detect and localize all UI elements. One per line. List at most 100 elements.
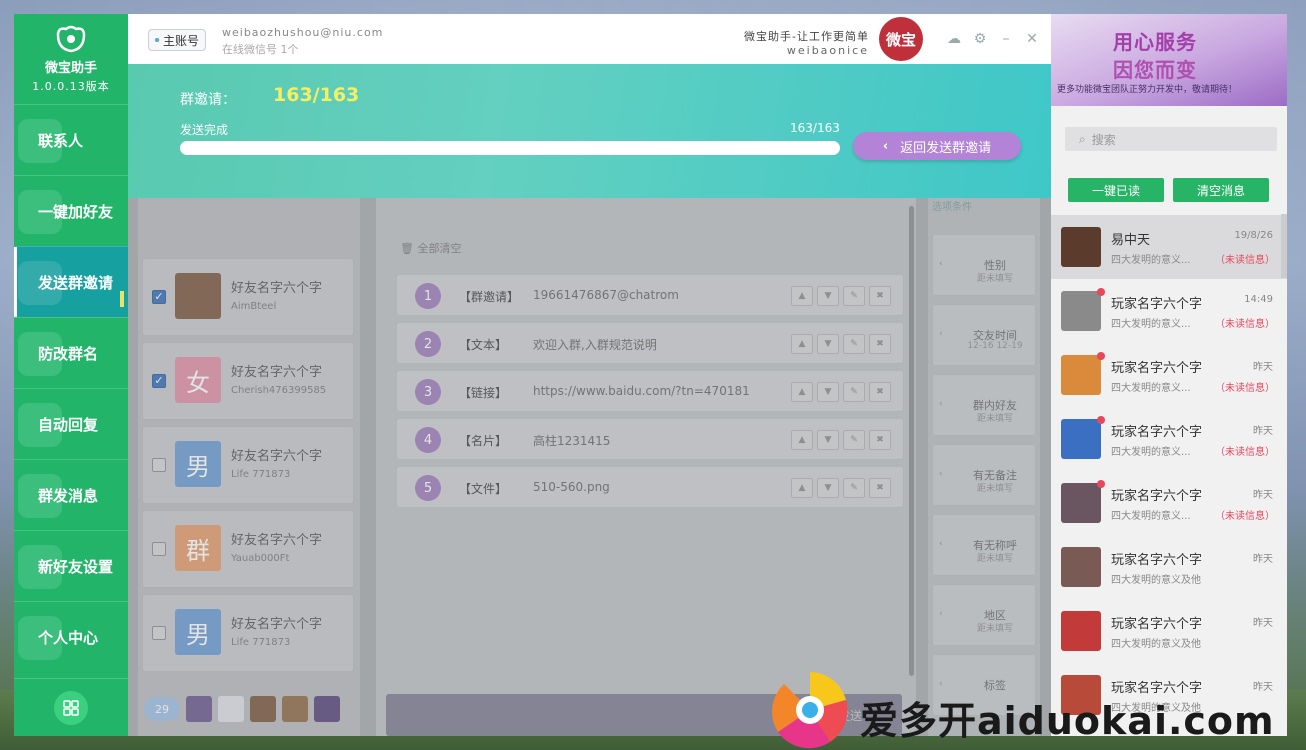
- filter-option[interactable]: ‹ 有无称呼 距未填写: [932, 514, 1036, 576]
- steps-scrollbar[interactable]: [909, 206, 914, 676]
- chat-item[interactable]: 玩家名字六个字 昨天 四大发明的意义及他: [1051, 535, 1287, 599]
- friend-item[interactable]: 男好友名字六个字 Life 771873: [142, 594, 354, 672]
- cloud-icon[interactable]: ☁: [945, 30, 963, 48]
- selected-count: 29: [144, 697, 180, 721]
- move-down-icon[interactable]: ▼: [817, 478, 839, 498]
- filter-option[interactable]: ‹ 有无备注 距未填写: [932, 444, 1036, 506]
- filter-sub: 距未填写: [976, 414, 1013, 424]
- sidebar-item-7[interactable]: 个人中心: [14, 601, 128, 672]
- sidebar-item-2[interactable]: 发送群邀请: [14, 246, 128, 317]
- chevron-left-icon: ‹: [939, 539, 943, 549]
- send-step[interactable]: 1 【群邀请】 19661476867@chatrom ▲ ▼ ✎ ✖: [396, 274, 904, 316]
- mini-avatar: [218, 696, 244, 722]
- friend-checkbox[interactable]: ✓: [152, 290, 166, 304]
- filter-option[interactable]: ‹ 性别 距未填写: [932, 234, 1036, 296]
- friend-id: Cherish476399585: [231, 385, 327, 396]
- watermark: 爱多开aiduokai.com: [770, 670, 1306, 750]
- delete-icon[interactable]: ✖: [869, 382, 891, 402]
- friend-item[interactable]: ✓ 女好友名字六个字 Cherish476399585: [142, 342, 354, 420]
- chat-avatar: [1061, 419, 1101, 459]
- edit-icon[interactable]: ✎: [843, 478, 865, 498]
- mark-all-read-button[interactable]: 一键已读: [1068, 178, 1164, 202]
- friend-checkbox[interactable]: [152, 626, 166, 640]
- friend-list: ✓ 好友名字六个字 AimBteel ✓ 女好友名字六个字 Cherish47639958…: [138, 198, 360, 736]
- move-down-icon[interactable]: ▼: [817, 286, 839, 306]
- edit-icon[interactable]: ✎: [843, 286, 865, 306]
- back-to-invite-button[interactable]: ‹ 返回发送群邀请: [853, 132, 1021, 160]
- chat-item[interactable]: 玩家名字六个字 昨天 四大发明的意义... （未读信息）: [1051, 343, 1287, 407]
- title-bar: 主账号 weibaozhushou@niu.com 在线微信号 1个 微宝助手-…: [128, 14, 1051, 64]
- search-placeholder: 搜索: [1091, 132, 1116, 147]
- chat-item[interactable]: 易中天 19/8/26 四大发明的意义... （未读信息）: [1051, 215, 1287, 279]
- edit-icon[interactable]: ✎: [843, 430, 865, 450]
- app-name: 微宝助手: [44, 60, 97, 76]
- sidebar-item-1[interactable]: 一键加好友: [14, 175, 128, 246]
- chat-name: 玩家名字六个字: [1111, 617, 1203, 632]
- move-down-icon[interactable]: ▼: [817, 334, 839, 354]
- send-step[interactable]: 4 【名片】 高柱1231415 ▲ ▼ ✎ ✖: [396, 418, 904, 460]
- clear-all-label: 全部清空: [417, 242, 462, 255]
- move-down-icon[interactable]: ▼: [817, 430, 839, 450]
- friend-checkbox[interactable]: ✓: [152, 374, 166, 388]
- sidebar-item-label: 自动回复: [38, 415, 99, 434]
- step-content: 高柱1231415: [533, 434, 611, 448]
- friend-checkbox[interactable]: [152, 542, 166, 556]
- chat-name: 玩家名字六个字: [1111, 297, 1203, 312]
- edit-icon[interactable]: ✎: [843, 334, 865, 354]
- filter-option[interactable]: ‹ 地区 距未填写: [932, 584, 1036, 646]
- delete-icon[interactable]: ✖: [869, 286, 891, 306]
- chat-time: 昨天: [1253, 554, 1273, 565]
- apps-grid-button[interactable]: [54, 690, 88, 725]
- filter-sub: 距未填写: [976, 484, 1013, 494]
- move-up-icon[interactable]: ▲: [791, 286, 813, 306]
- chat-avatar: [1061, 483, 1101, 523]
- account-tag-label: 主账号: [163, 33, 200, 48]
- selected-strip: 29: [138, 688, 360, 730]
- move-up-icon[interactable]: ▲: [791, 478, 813, 498]
- delete-icon[interactable]: ✖: [869, 430, 891, 450]
- move-up-icon[interactable]: ▲: [791, 430, 813, 450]
- chat-item[interactable]: 玩家名字六个字 昨天 四大发明的意义... （未读信息）: [1051, 407, 1287, 471]
- sidebar-item-5[interactable]: 群发消息: [14, 459, 128, 530]
- send-step[interactable]: 2 【文本】 欢迎入群,入群规范说明 ▲ ▼ ✎ ✖: [396, 322, 904, 364]
- filter-option[interactable]: ‹ 群内好友 距未填写: [932, 374, 1036, 436]
- filter-option[interactable]: ‹ 交友时间 12-16 12-19: [932, 304, 1036, 366]
- account-tag[interactable]: 主账号: [148, 29, 207, 51]
- minimize-icon[interactable]: –: [997, 30, 1015, 48]
- chat-name: 易中天: [1111, 233, 1151, 248]
- slogan-sub: weibaonice: [786, 44, 869, 57]
- chat-avatar: [1061, 355, 1101, 395]
- friend-id: Life 771873: [231, 637, 291, 648]
- sidebar-item-0[interactable]: 联系人: [14, 104, 128, 175]
- friend-item[interactable]: 群好友名字六个字 Yauab000Ft: [142, 510, 354, 588]
- chat-item[interactable]: 玩家名字六个字 昨天 四大发明的意义及他: [1051, 599, 1287, 663]
- move-down-icon[interactable]: ▼: [817, 382, 839, 402]
- friend-name: 好友名字六个字: [231, 617, 323, 632]
- chat-preview: 四大发明的意义...: [1111, 255, 1191, 266]
- chat-preview: 四大发明的意义...: [1111, 447, 1191, 458]
- close-icon[interactable]: ✕: [1023, 30, 1041, 48]
- filter-header: 选项条件: [932, 202, 972, 213]
- chat-scrollbar[interactable]: [1281, 214, 1287, 278]
- chat-item[interactable]: 玩家名字六个字 14:49 四大发明的意义... （未读信息）: [1051, 279, 1287, 343]
- send-step[interactable]: 5 【文件】 510-560.png ▲ ▼ ✎ ✖: [396, 466, 904, 508]
- chat-item[interactable]: 玩家名字六个字 昨天 四大发明的意义... （未读信息）: [1051, 471, 1287, 535]
- clear-messages-button[interactable]: 清空消息: [1173, 178, 1269, 202]
- send-step[interactable]: 3 【链接】 https://www.baidu.com/?tn=470181 ▲ ▼ ✎…: [396, 370, 904, 412]
- delete-icon[interactable]: ✖: [869, 478, 891, 498]
- chat-unread: （未读信息）: [1215, 255, 1275, 266]
- search-input[interactable]: ⌕ 搜索: [1065, 127, 1277, 151]
- sidebar-footer: [14, 678, 128, 736]
- sidebar-item-6[interactable]: 新好友设置: [14, 530, 128, 601]
- move-up-icon[interactable]: ▲: [791, 334, 813, 354]
- sidebar-item-3[interactable]: 防改群名: [14, 317, 128, 388]
- friend-item[interactable]: 男好友名字六个字 Life 771873: [142, 426, 354, 504]
- move-up-icon[interactable]: ▲: [791, 382, 813, 402]
- edit-icon[interactable]: ✎: [843, 382, 865, 402]
- gear-icon[interactable]: ⚙: [971, 30, 989, 48]
- sidebar-item-4[interactable]: 自动回复: [14, 388, 128, 459]
- friend-checkbox[interactable]: [152, 458, 166, 472]
- friend-item[interactable]: ✓ 好友名字六个字 AimBteel: [142, 258, 354, 336]
- delete-icon[interactable]: ✖: [869, 334, 891, 354]
- clear-all-button[interactable]: 🗑 全部清空: [400, 240, 461, 256]
